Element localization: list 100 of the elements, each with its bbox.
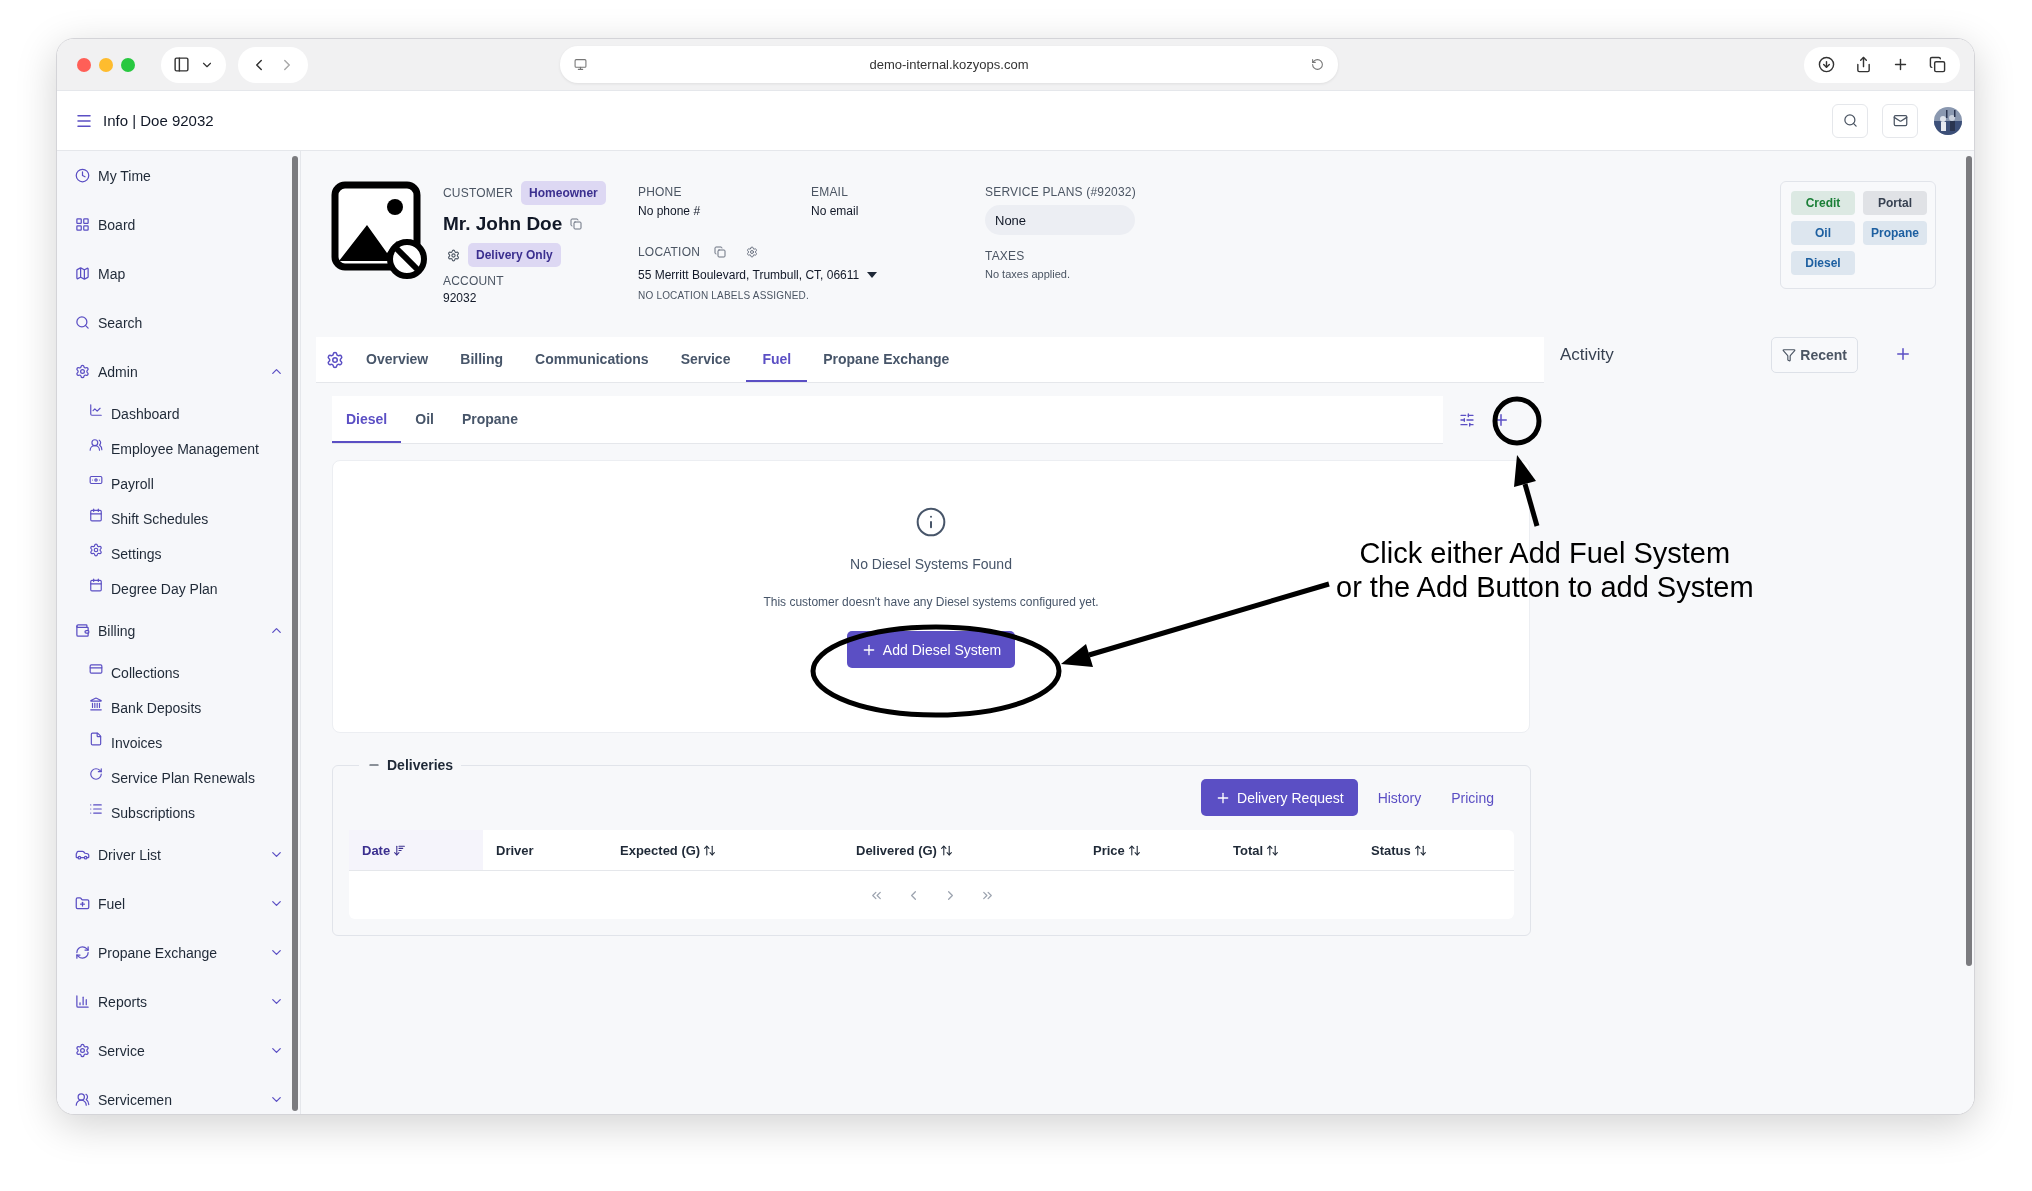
- customer-name: Mr. John Doe: [443, 213, 563, 235]
- activity-title: Activity: [1560, 345, 1614, 365]
- settings-icon[interactable]: [447, 248, 460, 262]
- tag: Credit: [1791, 191, 1855, 215]
- new-tab-icon[interactable]: [1892, 56, 1909, 73]
- sidebar-item[interactable]: Service Plan Renewals: [69, 760, 284, 795]
- tag: Portal: [1863, 191, 1927, 215]
- wallet-icon: [75, 623, 90, 638]
- sidebar-item[interactable]: Invoices: [69, 725, 284, 760]
- tab[interactable]: Overview: [350, 337, 445, 382]
- sidebar-item[interactable]: Reports: [69, 977, 284, 1026]
- settings-icon: [89, 542, 103, 557]
- column-header[interactable]: Delivered (G): [843, 830, 1080, 870]
- users-icon: [75, 1092, 90, 1107]
- bar-chart-icon: [75, 994, 90, 1009]
- sort-icon: [1127, 843, 1141, 857]
- download-icon[interactable]: [1818, 56, 1835, 73]
- annotation-text: Click either Add Fuel System or the Add Button to add System: [1336, 536, 1754, 604]
- sidebar-item[interactable]: My Time: [69, 151, 284, 200]
- tab[interactable]: Billing: [444, 337, 520, 382]
- column-header[interactable]: Status: [1358, 830, 1514, 870]
- sidebar-item[interactable]: Settings: [69, 536, 284, 571]
- sidebar-item[interactable]: Degree Day Plan: [69, 571, 284, 606]
- reload-icon[interactable]: [1311, 58, 1324, 71]
- sidebar-item[interactable]: Admin: [69, 347, 284, 396]
- sidebar-item[interactable]: Subscriptions: [69, 795, 284, 830]
- url-text: demo-internal.kozyops.com: [868, 57, 1030, 72]
- link-button[interactable]: Pricing: [1441, 779, 1504, 816]
- sidebar-item[interactable]: Payroll: [69, 466, 284, 501]
- folder-plus-icon: [75, 896, 90, 911]
- sidebar-item[interactable]: Employee Management: [69, 431, 284, 466]
- sidebar-item[interactable]: Map: [69, 249, 284, 298]
- page-title: Info | Doe 92032: [103, 112, 214, 129]
- search-button[interactable]: [1832, 103, 1868, 138]
- copy-icon[interactable]: [570, 218, 583, 230]
- tab[interactable]: Propane Exchange: [807, 337, 966, 382]
- highlight-circle: [1492, 396, 1542, 446]
- sidebar-item[interactable]: Bank Deposits: [69, 690, 284, 725]
- sidebar-item[interactable]: Dashboard: [69, 396, 284, 431]
- address-value: 55 Merritt Boulevard, Trumbull, CT, 06611: [638, 268, 860, 282]
- sidebar-item[interactable]: Search: [69, 298, 284, 347]
- delivery-request-button[interactable]: Delivery Request: [1201, 779, 1358, 816]
- sidebar-item[interactable]: Driver List: [69, 830, 284, 879]
- delivery-badge: Delivery Only: [468, 243, 561, 267]
- sort-icon: [1266, 843, 1280, 857]
- sidebar-item[interactable]: Fuel: [69, 879, 284, 928]
- mail-icon: [1892, 113, 1908, 128]
- sliders-icon[interactable]: [1459, 412, 1475, 428]
- field-label: PHONE: [638, 185, 683, 199]
- sidebar-item[interactable]: Billing: [69, 606, 284, 655]
- dropdown-caret-icon[interactable]: [867, 272, 878, 278]
- email-value: No email: [811, 204, 860, 218]
- filter-button[interactable]: Recent: [1771, 337, 1858, 373]
- list-icon: [89, 801, 103, 816]
- sidebar-item[interactable]: Shift Schedules: [69, 501, 284, 536]
- map-icon: [75, 266, 90, 281]
- tag: Diesel: [1791, 251, 1855, 275]
- empty-message: This customer doesn't have any Diesel systems configured yet.: [763, 595, 1099, 609]
- copy-icon[interactable]: [714, 246, 727, 258]
- sort-icon: [939, 843, 953, 857]
- page-icon: [574, 58, 587, 71]
- sidebar-item[interactable]: Board: [69, 200, 284, 249]
- column-header[interactable]: Price: [1080, 830, 1220, 870]
- tab[interactable]: Oil: [401, 396, 448, 443]
- empty-title: No Diesel Systems Found: [850, 556, 1012, 572]
- refresh-icon: [89, 766, 103, 781]
- refresh-icon: [75, 945, 90, 960]
- sidebar-item[interactable]: Servicemen: [69, 1075, 284, 1114]
- tabs-icon[interactable]: [1929, 56, 1946, 73]
- tab[interactable]: Propane: [447, 396, 532, 443]
- add-icon[interactable]: [1894, 345, 1912, 363]
- sidebar-item[interactable]: Propane Exchange: [69, 928, 284, 977]
- line-chart-icon: [89, 402, 103, 417]
- column-header[interactable]: Driver: [483, 830, 607, 870]
- search-icon: [1842, 113, 1858, 128]
- tab[interactable]: Service: [664, 337, 747, 382]
- service-plan-field[interactable]: None: [985, 205, 1135, 235]
- add-system-button[interactable]: Add Diesel System: [846, 631, 1016, 668]
- sidebar-item[interactable]: Service: [69, 1026, 284, 1075]
- column-header[interactable]: Date: [349, 830, 483, 870]
- tab[interactable]: Fuel: [746, 337, 808, 382]
- sidebar-icon[interactable]: [173, 56, 190, 73]
- sidebar-item[interactable]: Collections: [69, 655, 284, 690]
- link-button[interactable]: History: [1367, 779, 1432, 816]
- share-icon[interactable]: [1855, 56, 1872, 73]
- address-bar[interactable]: demo-internal.kozyops.com: [560, 46, 1338, 83]
- settings-icon[interactable]: [746, 246, 759, 258]
- sort-icon: [703, 843, 717, 857]
- field-label: TAXES: [985, 249, 1026, 263]
- info-icon: [915, 506, 947, 538]
- field-label: CUSTOMER: [443, 186, 514, 200]
- close-button[interactable]: [77, 57, 91, 72]
- settings-icon: [75, 1043, 90, 1058]
- tab[interactable]: Communications: [519, 337, 665, 382]
- column-header[interactable]: Expected (G): [607, 830, 843, 870]
- tab[interactable]: Diesel: [332, 396, 402, 443]
- column-header[interactable]: Total: [1220, 830, 1358, 870]
- filter-icon: [1782, 348, 1797, 362]
- tag: Propane: [1863, 221, 1927, 245]
- mail-button[interactable]: [1882, 103, 1918, 138]
